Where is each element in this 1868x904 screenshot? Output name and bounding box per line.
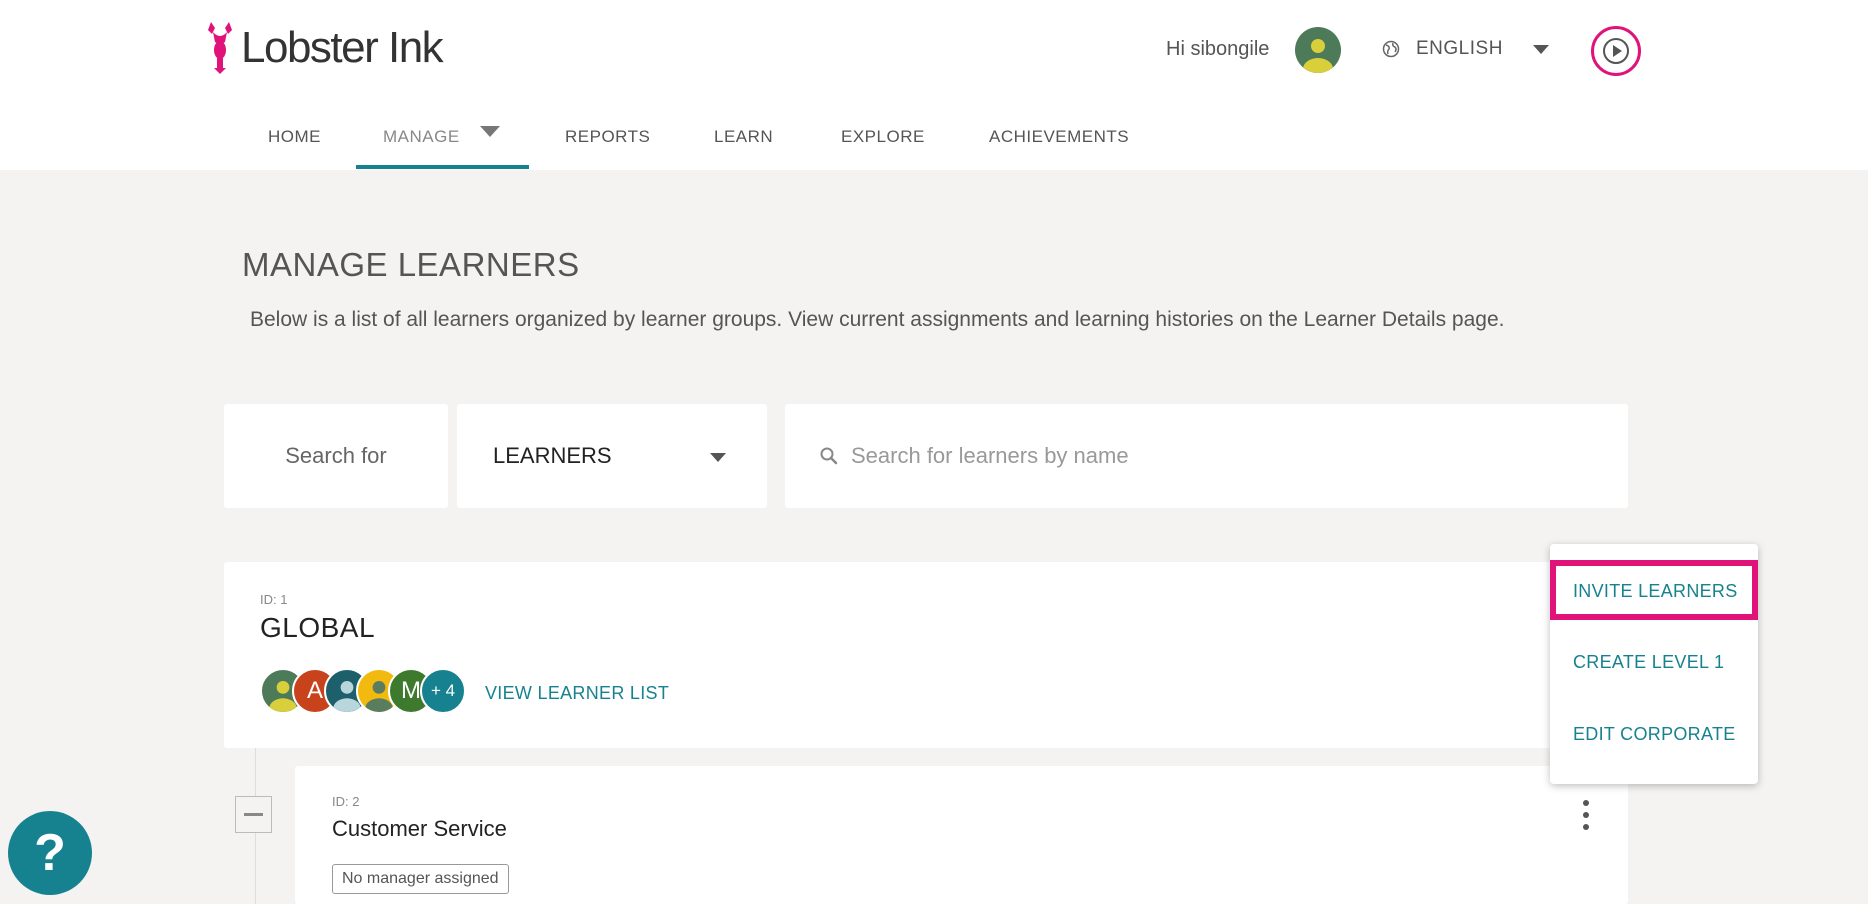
group-name: GLOBAL xyxy=(260,612,376,643)
nav-explore[interactable]: EXPLORE xyxy=(841,127,925,147)
globe-icon xyxy=(1382,40,1400,58)
group-id: ID: 1 xyxy=(260,592,288,607)
menu-item-create-level-1[interactable]: CREATE LEVEL 1 xyxy=(1573,652,1724,673)
chevron-down-icon[interactable] xyxy=(480,126,500,137)
nav-home[interactable]: HOME xyxy=(268,127,321,147)
header: Lobster Ink Hi sibongile ENGLISH HOME MA… xyxy=(0,0,1868,170)
group-id: ID: 2 xyxy=(332,794,360,809)
language-label: ENGLISH xyxy=(1416,38,1503,59)
nav-achievements[interactable]: ACHIEVEMENTS xyxy=(989,127,1129,147)
search-for-text: Search for xyxy=(285,443,387,468)
search-box[interactable] xyxy=(785,404,1628,508)
search-input[interactable] xyxy=(851,443,1611,469)
learner-avatars[interactable]: A M + 4 xyxy=(260,668,466,714)
play-circle-icon xyxy=(1603,38,1629,64)
search-icon xyxy=(820,447,838,465)
logo-text: Lobster Ink xyxy=(241,23,444,72)
manager-badge: No manager assigned xyxy=(332,864,509,894)
group-card-global: ID: 1 GLOBAL A M + 4 VIEW LEARNER LIST xyxy=(224,562,1628,748)
group-card-customer-service: ID: 2 Customer Service No manager assign… xyxy=(295,766,1628,904)
nav-manage[interactable]: MANAGE xyxy=(383,127,460,147)
nav-active-indicator xyxy=(356,165,529,169)
more-learners-badge: + 4 xyxy=(420,668,466,714)
page-title: MANAGE LEARNERS xyxy=(242,246,580,283)
user-avatar[interactable] xyxy=(1295,27,1341,73)
collapse-button[interactable] xyxy=(235,796,272,833)
group-actions-menu: INVITE LEARNERS CREATE LEVEL 1 EDIT CORP… xyxy=(1550,544,1758,784)
group-name: Customer Service xyxy=(332,816,507,841)
chevron-down-icon xyxy=(1532,44,1549,54)
nav-learn[interactable]: LEARN xyxy=(714,127,773,147)
logo[interactable]: Lobster Ink xyxy=(205,20,444,76)
user-greeting: Hi sibongile xyxy=(1166,38,1270,60)
view-learner-list-link[interactable]: VIEW LEARNER LIST xyxy=(485,683,669,704)
help-button[interactable]: ? xyxy=(8,811,92,895)
chevron-down-icon xyxy=(710,453,726,462)
nav-reports[interactable]: REPORTS xyxy=(565,127,650,147)
menu-item-edit-corporate[interactable]: EDIT CORPORATE xyxy=(1573,724,1736,745)
lobster-icon xyxy=(208,22,232,74)
language-selector[interactable]: ENGLISH xyxy=(1382,38,1549,60)
page-description: Below is a list of all learners organize… xyxy=(250,308,1505,331)
more-options-icon[interactable] xyxy=(1574,800,1598,830)
search-for-label: Search for xyxy=(224,404,448,508)
search-type-select[interactable]: LEARNERS xyxy=(457,404,767,508)
search-type-value: LEARNERS xyxy=(493,443,612,468)
tour-play-button[interactable] xyxy=(1591,26,1641,76)
minus-icon xyxy=(244,813,263,816)
menu-item-invite-learners[interactable]: INVITE LEARNERS xyxy=(1573,581,1738,602)
